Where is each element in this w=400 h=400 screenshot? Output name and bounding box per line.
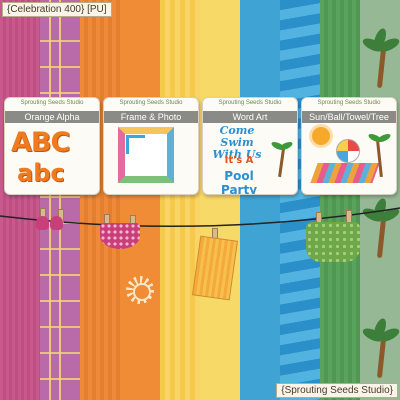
alpha-uppercase: ABC — [11, 127, 70, 158]
bikini-bottom — [100, 223, 140, 249]
card-frame-corners: Sprouting Seeds Studio Frame & Photo Cor… — [103, 97, 199, 195]
sun-icon — [312, 127, 330, 145]
card-logo: Sprouting Seeds Studio — [20, 100, 84, 106]
card-title: Frame & Photo Corners — [104, 111, 198, 134]
card-orange-alpha: Sprouting Seeds Studio Orange Alpha ABC … — [4, 97, 100, 195]
photo-corner-icon — [126, 135, 145, 154]
card-word-art: Sprouting Seeds Studio Word Art Come Swi… — [202, 97, 298, 195]
word-art-line-2: It's A — [224, 155, 254, 166]
swim-trunks — [306, 222, 360, 262]
palm-tree-icon — [270, 137, 294, 178]
card-logo: Sprouting Seeds Studio — [119, 100, 183, 106]
card-title: Word Art — [203, 111, 297, 123]
card-logo: Sprouting Seeds Studio — [317, 100, 381, 106]
palm-tree-icon — [360, 316, 400, 380]
beach-ball-icon — [336, 139, 360, 163]
studio-label: {Sprouting Seeds Studio} — [276, 383, 398, 398]
card-sun-ball-towel-tree: Sprouting Seeds Studio Sun/Ball/Towel/Tr… — [301, 97, 397, 195]
kit-preview: {Celebration 400} [PU] Sprouting Seeds S… — [0, 0, 400, 400]
kit-title-label: {Celebration 400} [PU] — [2, 2, 112, 17]
alpha-lowercase: abc — [17, 159, 65, 187]
card-title: Orange Alpha — [5, 111, 99, 123]
word-art-line-3: Pool Party — [220, 169, 258, 195]
palm-tree-icon — [367, 129, 392, 179]
palm-tree-icon — [360, 26, 400, 90]
sun-icon — [120, 270, 160, 310]
card-logo: Sprouting Seeds Studio — [218, 100, 282, 106]
bikini-top — [36, 216, 64, 232]
card-title: Sun/Ball/Towel/Tree — [302, 111, 396, 123]
